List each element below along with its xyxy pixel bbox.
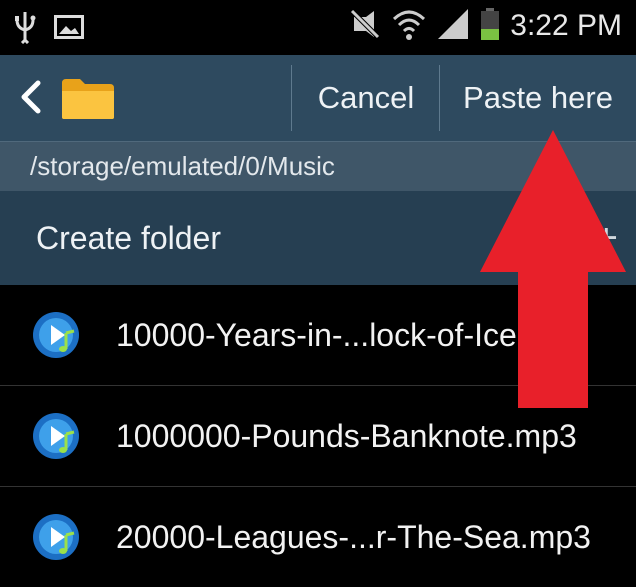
status-left-icons — [14, 10, 84, 49]
back-icon[interactable] — [18, 73, 42, 121]
list-item[interactable]: 20000-Leagues-...r-The-Sea.mp3 — [0, 487, 636, 587]
image-icon — [54, 15, 84, 44]
music-file-icon — [32, 412, 80, 460]
current-path: /storage/emulated/0/Music — [30, 151, 335, 181]
status-right-icons: 3:22 PM — [348, 6, 622, 46]
red-arrow-annotation — [480, 130, 626, 408]
wifi-icon — [392, 7, 426, 46]
create-folder-label: Create folder — [36, 220, 221, 256]
mute-vibrate-icon — [348, 7, 382, 46]
file-name: 20000-Leagues-...r-The-Sea.mp3 — [116, 519, 591, 555]
battery-icon — [480, 7, 500, 46]
music-file-icon — [32, 513, 80, 561]
signal-icon — [436, 7, 470, 46]
action-bar-divider — [291, 65, 292, 131]
folder-icon — [60, 77, 116, 121]
status-bar: 3:22 PM — [0, 0, 636, 55]
usb-icon — [14, 10, 36, 49]
cancel-button[interactable]: Cancel — [294, 55, 438, 141]
status-clock: 3:22 PM — [510, 9, 622, 42]
music-file-icon — [32, 311, 80, 359]
